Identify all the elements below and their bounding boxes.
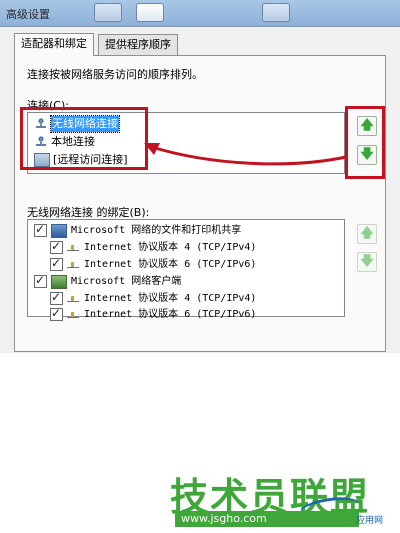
up-arrow-icon: 🡅 — [360, 226, 374, 241]
watermark-url: www.jsgho.com — [175, 511, 359, 527]
bindings-tree[interactable]: Microsoft 网络的文件和打印机共享 Internet 协议版本 4 (T… — [27, 219, 345, 322]
checkbox[interactable] — [50, 255, 63, 272]
highlight-box-connections — [20, 107, 148, 170]
tab-panel: 连接按被网络服务访问的顺序排列。 连接(C): 无线网络连接 本地连接 [远程访… — [14, 55, 386, 352]
instruction-text: 连接按被网络服务访问的顺序排列。 — [27, 68, 203, 81]
watermark-tag: 应用网 — [356, 516, 384, 526]
protocol-icon — [67, 294, 79, 303]
tree-item-label: Internet 协议版本 4 (TCP/IPv4) — [84, 293, 257, 304]
title-bar: 高级设置 — [0, 0, 400, 27]
tree-item-label: Microsoft 网络客户端 — [71, 276, 182, 287]
tree-item-ipv6[interactable]: Internet 协议版本 6 (TCP/IPv6) — [50, 305, 257, 323]
tab-adapters-bindings[interactable]: 适配器和绑定 — [14, 33, 94, 56]
advanced-settings-dialog: 高级设置 适配器和绑定 提供程序顺序 连接按被网络服务访问的顺序排列。 连接(C… — [0, 0, 400, 353]
tree-item-label: Microsoft 网络的文件和打印机共享 — [71, 225, 242, 236]
minimize-button[interactable] — [94, 3, 122, 22]
network-client-icon — [51, 274, 67, 289]
checkbox[interactable] — [50, 238, 63, 255]
binding-move-down-button[interactable]: 🡇 — [357, 252, 377, 272]
protocol-icon — [67, 260, 79, 269]
protocol-icon — [67, 310, 79, 319]
tree-item-label: Internet 协议版本 6 (TCP/IPv6) — [84, 259, 257, 270]
checkbox[interactable] — [50, 305, 63, 322]
tree-item-ipv4[interactable]: Internet 协议版本 4 (TCP/IPv4) — [50, 289, 257, 307]
close-button[interactable] — [262, 3, 290, 22]
down-arrow-icon: 🡇 — [360, 254, 374, 269]
annotation-arrow — [144, 143, 347, 166]
file-print-sharing-icon — [51, 223, 67, 238]
tree-item-ipv4[interactable]: Internet 协议版本 4 (TCP/IPv4) — [50, 238, 257, 256]
bindings-label: 无线网络连接 的绑定(B): — [27, 206, 150, 219]
window-title: 高级设置 — [6, 8, 50, 21]
tree-item-label: Internet 协议版本 6 (TCP/IPv6) — [84, 309, 257, 320]
tree-item-label: Internet 协议版本 4 (TCP/IPv4) — [84, 242, 257, 253]
tree-item-network-client[interactable]: Microsoft 网络客户端 — [34, 272, 182, 290]
binding-move-up-button[interactable]: 🡅 — [357, 224, 377, 244]
protocol-icon — [67, 243, 79, 252]
tab-provider-order[interactable]: 提供程序顺序 — [98, 34, 178, 55]
tree-item-ipv6[interactable]: Internet 协议版本 6 (TCP/IPv6) — [50, 255, 257, 273]
maximize-button[interactable] — [136, 3, 164, 22]
tree-item-file-print-sharing[interactable]: Microsoft 网络的文件和打印机共享 — [34, 221, 242, 239]
checkbox[interactable] — [34, 272, 47, 289]
checkbox[interactable] — [50, 289, 63, 306]
checkbox[interactable] — [34, 221, 47, 238]
